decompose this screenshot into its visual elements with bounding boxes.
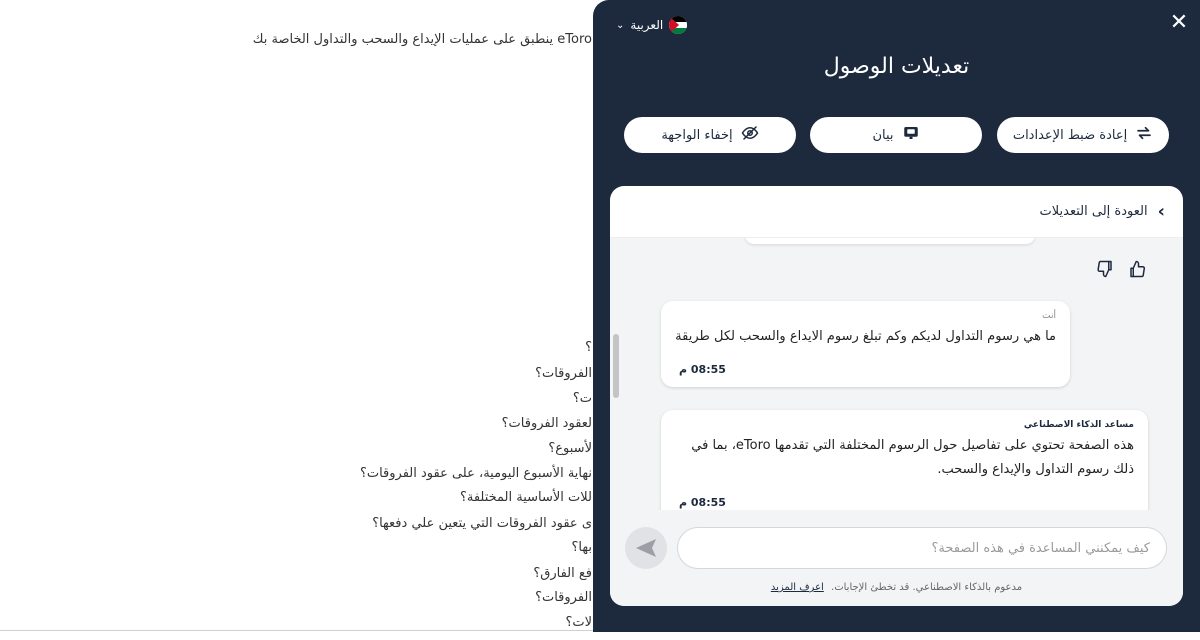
jordan-flag-icon bbox=[669, 16, 688, 34]
faq-question[interactable]: بها؟ bbox=[572, 540, 592, 555]
chevron-right-icon: › bbox=[1157, 201, 1165, 222]
faq-question[interactable]: للات الأساسية المختلفة؟ bbox=[460, 490, 592, 505]
eye-off-icon bbox=[741, 124, 759, 146]
hide-interface-label: إخفاء الواجهة bbox=[661, 127, 733, 143]
message-text: ما هي رسوم التداول لديكم وكم تبلغ رسوم ا… bbox=[675, 329, 1056, 344]
faq-question[interactable]: لعقود الفروقات؟ bbox=[502, 416, 592, 431]
disclaimer-text: مدعوم بالذكاء الاصطناعي. قد تخطئ الإجابا… bbox=[831, 582, 1023, 593]
chat-messages[interactable]: أنت ما هي رسوم التداول لديكم وكم تبلغ رس… bbox=[610, 238, 1183, 510]
reset-arrows-icon bbox=[1135, 124, 1153, 146]
chat-card: › العودة إلى التعديلات أنت ما هي رسوم ال… bbox=[610, 186, 1183, 606]
thumbs-up-icon[interactable] bbox=[1128, 260, 1146, 278]
faq-question[interactable]: الفروقات؟ bbox=[535, 366, 592, 381]
message-sender: أنت bbox=[1042, 311, 1056, 321]
panel-title: تعديلات الوصول bbox=[823, 54, 970, 79]
faq-question[interactable]: ت؟ bbox=[573, 391, 592, 406]
statement-icon bbox=[902, 124, 920, 146]
faq-question[interactable]: نهاية الأسبوع اليومية، على عقود الفروقات… bbox=[360, 466, 592, 481]
chat-input[interactable] bbox=[677, 527, 1167, 569]
faq-question[interactable]: فع الفارق؟ bbox=[533, 566, 592, 581]
faq-question[interactable]: ؟ bbox=[585, 340, 592, 355]
previous-message bbox=[745, 238, 1035, 244]
faq-question[interactable]: ى عقود الفروقات التي يتعين علي دفعها؟ bbox=[372, 516, 592, 531]
intro-text: eToro ينطبق على عمليات الإيداع والسحب وا… bbox=[252, 32, 592, 47]
learn-more-link[interactable]: اعرف المزيد bbox=[771, 582, 824, 593]
close-icon[interactable]: ✕ bbox=[1168, 12, 1190, 34]
language-selector[interactable]: ⌄ العربية bbox=[616, 15, 688, 35]
scrollbar-thumb[interactable] bbox=[613, 334, 619, 398]
message-time: 08:55 م bbox=[679, 496, 726, 509]
reset-settings-button[interactable]: إعادة ضبط الإعدادات bbox=[997, 117, 1169, 153]
message-time: 08:55 م bbox=[679, 363, 726, 376]
back-label: العودة إلى التعديلات bbox=[1039, 204, 1148, 219]
feedback-buttons bbox=[1096, 260, 1146, 278]
user-message: أنت ما هي رسوم التداول لديكم وكم تبلغ رس… bbox=[661, 301, 1070, 387]
faq-question[interactable]: لأسبوع؟ bbox=[548, 441, 592, 456]
faq-question[interactable]: الفروقات؟ bbox=[535, 590, 592, 605]
reset-settings-label: إعادة ضبط الإعدادات bbox=[1012, 127, 1128, 143]
ai-disclaimer: مدعوم بالذكاء الاصطناعي. قد تخطئ الإجابا… bbox=[610, 582, 1183, 593]
thumbs-down-icon[interactable] bbox=[1096, 260, 1114, 278]
faq-question[interactable]: لات؟ bbox=[565, 615, 592, 630]
send-button[interactable] bbox=[625, 527, 667, 569]
statement-button[interactable]: بيان bbox=[810, 117, 982, 153]
send-icon bbox=[636, 539, 656, 557]
statement-label: بيان bbox=[872, 127, 894, 143]
back-to-settings-link[interactable]: › العودة إلى التعديلات bbox=[610, 186, 1183, 238]
ai-message: مساعد الذكاء الاصطناعي هذه الصفحة تحتوي … bbox=[661, 410, 1148, 510]
chevron-down-icon: ⌄ bbox=[616, 19, 625, 31]
hide-interface-button[interactable]: إخفاء الواجهة bbox=[624, 117, 796, 153]
message-sender: مساعد الذكاء الاصطناعي bbox=[1023, 420, 1134, 430]
message-text: هذه الصفحة تحتوي على تفاصيل حول الرسوم ا… bbox=[691, 438, 1134, 477]
language-label: العربية bbox=[630, 18, 664, 32]
chat-input-row: مدعوم بالذكاء الاصطناعي. قد تخطئ الإجابا… bbox=[610, 510, 1183, 606]
